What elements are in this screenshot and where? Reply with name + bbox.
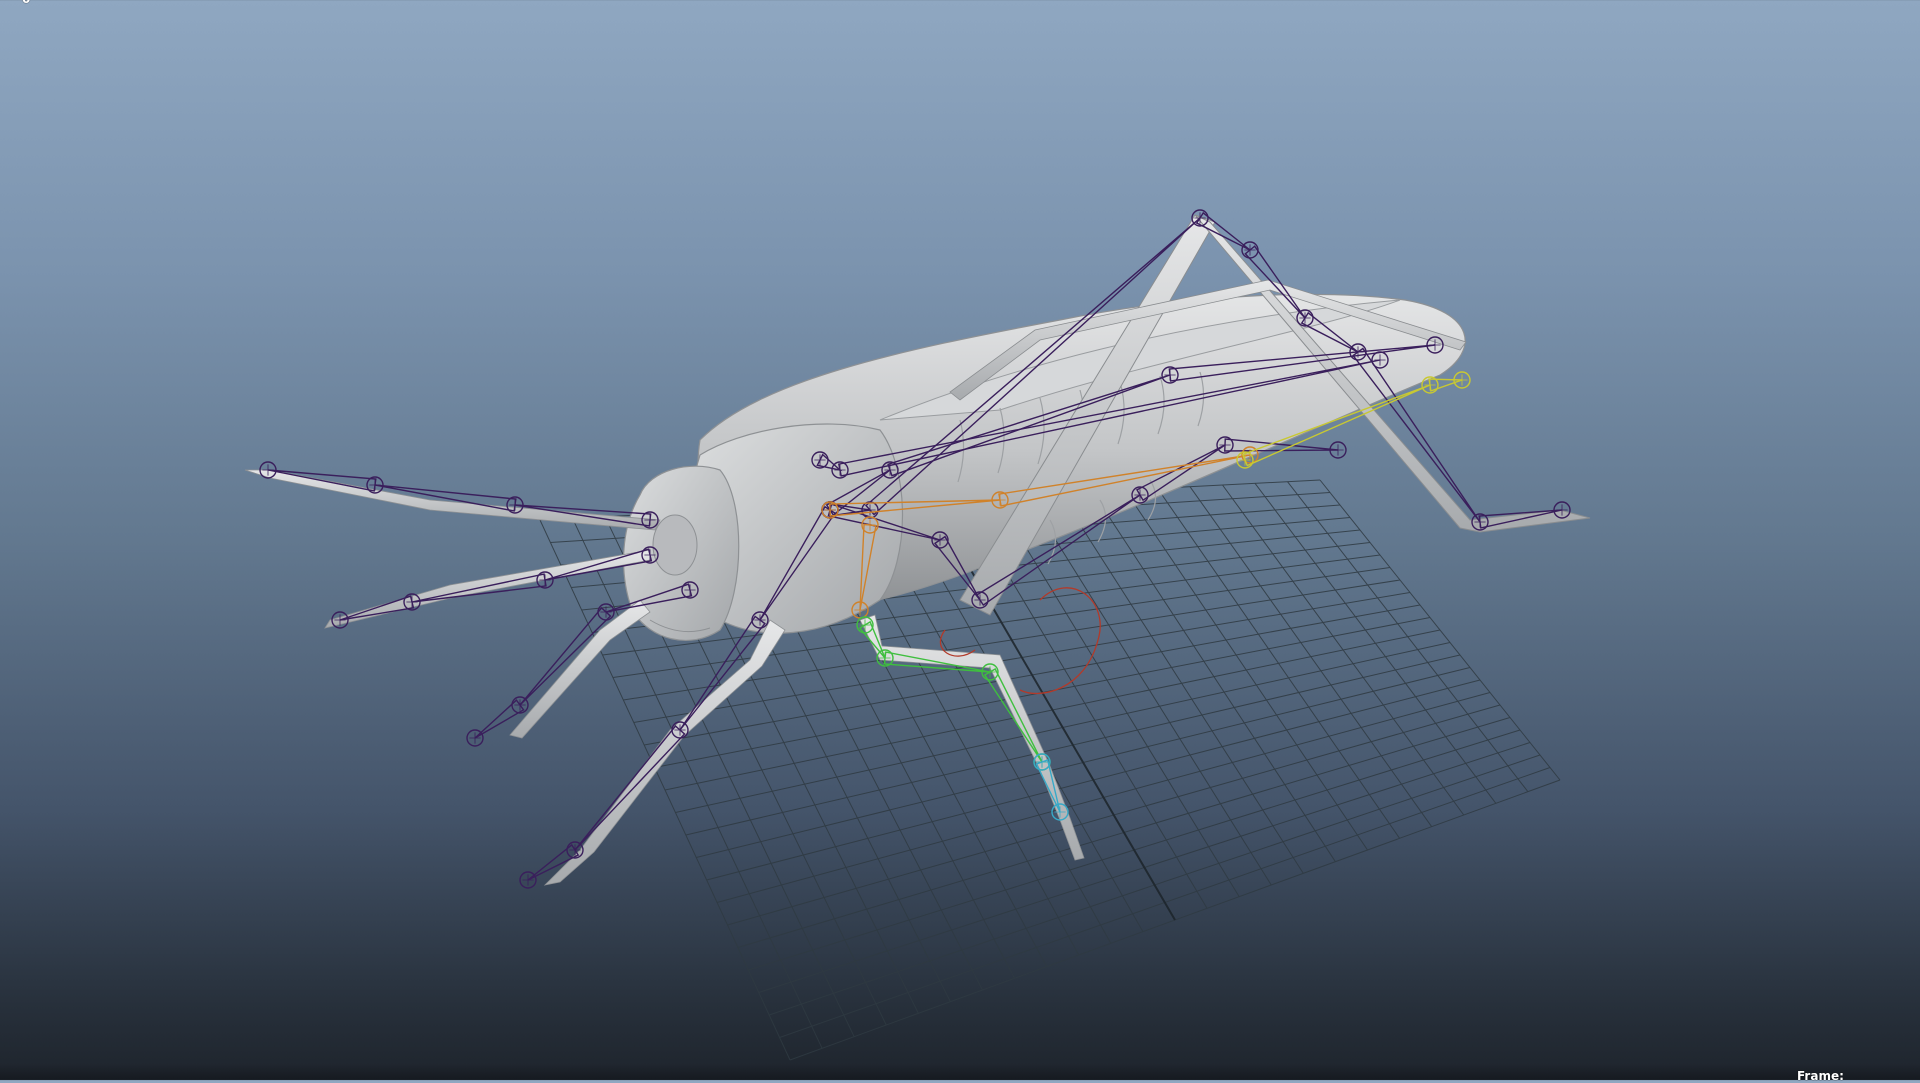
- grasshopper-mesh[interactable]: [244, 214, 1591, 886]
- joint-axis: [1456, 374, 1468, 386]
- antenna-lower: [324, 549, 651, 629]
- frame-readout: Frame:: [1797, 1069, 1844, 1083]
- corner-marker: 0: [22, 0, 30, 6]
- grid-line: [1222, 484, 1465, 816]
- eye: [652, 514, 698, 576]
- viewport-canvas[interactable]: [0, 0, 1920, 1080]
- hud-bar: [0, 1064, 1920, 1080]
- bone[interactable]: [411, 573, 547, 603]
- grid-line: [1254, 483, 1497, 804]
- maya-viewport[interactable]: 0 Frame:: [0, 0, 1920, 1083]
- control-curves[interactable]: [939, 587, 1101, 695]
- joint-axis: [1332, 444, 1344, 456]
- grid-line: [1059, 493, 1304, 874]
- front-leg-left: [509, 599, 651, 739]
